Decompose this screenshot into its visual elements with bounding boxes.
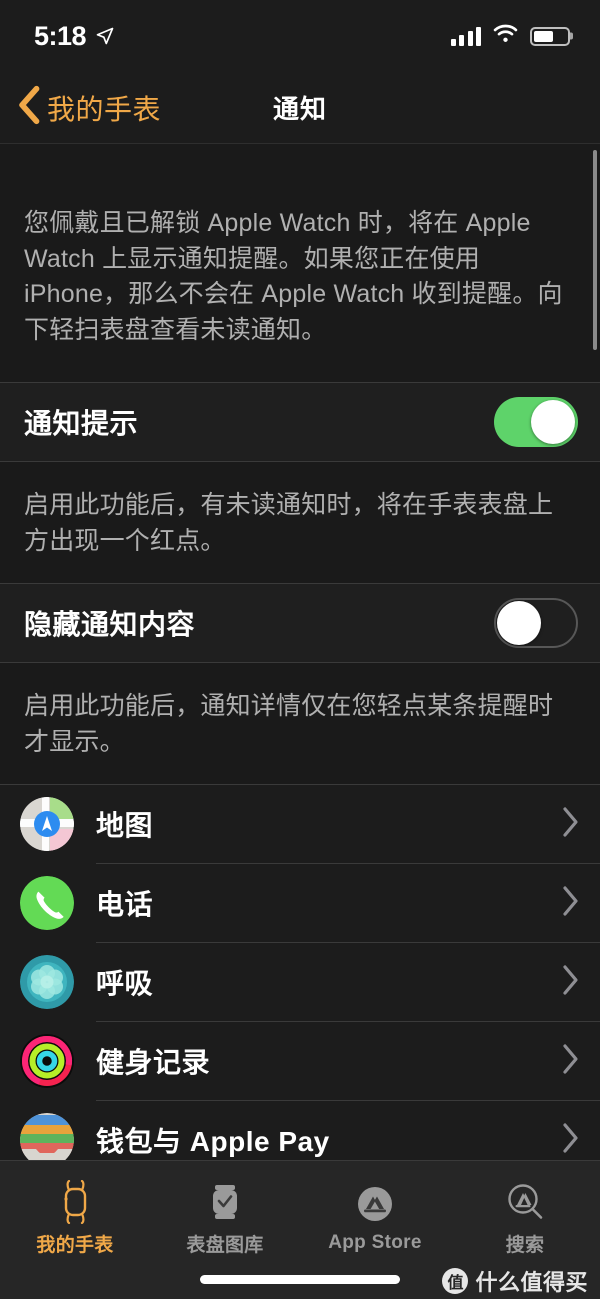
hide-notification-content-label: 隐藏通知内容: [24, 609, 196, 640]
search-icon: [503, 1179, 547, 1225]
back-button[interactable]: 我的手表: [0, 85, 161, 130]
app-notification-list: 地图 电话 呼吸 健身记录 钱包与 Apple Pay: [0, 785, 600, 1160]
chevron-left-icon: [16, 85, 42, 130]
page-title: 通知: [272, 94, 328, 124]
app-row-phone[interactable]: 电话: [0, 864, 600, 942]
battery-icon: [530, 26, 570, 46]
activity-rings-icon: [20, 1034, 74, 1088]
chevron-right-icon: [560, 1122, 580, 1159]
iphone-screen: 5:18 我的手表 通知 您佩戴且已解锁 Apple Watch 时，将在 Ap…: [0, 0, 600, 1299]
cellular-signal-icon: [450, 26, 481, 46]
notification-indicator-footnote: 启用此功能后，有未读通知时，将在手表表盘上方出现一个红点。: [24, 491, 554, 555]
settings-scroll-view[interactable]: 您佩戴且已解锁 Apple Watch 时，将在 Apple Watch 上显示…: [0, 144, 600, 1160]
status-bar-indicators: [450, 24, 570, 48]
row-hide-notification-content[interactable]: 隐藏通知内容: [0, 584, 600, 662]
app-name: 健身记录: [96, 1047, 211, 1078]
home-indicator[interactable]: [200, 1275, 400, 1284]
watch-icon: [55, 1179, 95, 1225]
app-row-breathe[interactable]: 呼吸: [0, 943, 600, 1021]
row-notification-indicator[interactable]: 通知提示: [0, 383, 600, 461]
intro-footnote: 您佩戴且已解锁 Apple Watch 时，将在 Apple Watch 上显示…: [24, 209, 563, 344]
tab-label: 表盘图库: [186, 1234, 264, 1256]
tab-app-store[interactable]: App Store: [300, 1161, 450, 1268]
location-arrow-icon: [95, 26, 115, 46]
app-name: 钱包与 Apple Pay: [96, 1126, 330, 1157]
tab-label: 搜索: [505, 1234, 545, 1256]
tab-search[interactable]: 搜索: [450, 1161, 600, 1268]
scrollbar[interactable]: [593, 150, 597, 350]
status-bar: 5:18: [0, 0, 600, 72]
app-name: 地图: [96, 810, 154, 841]
chevron-right-icon: [560, 1043, 580, 1080]
toggle-knob: [497, 601, 541, 645]
back-button-label: 我的手表: [47, 93, 162, 125]
hide-notification-content-footnote: 启用此功能后，通知详情仅在您轻点某条提醒时才显示。: [24, 692, 554, 756]
watch-face-gallery-icon: [208, 1179, 242, 1225]
notification-indicator-toggle[interactable]: [494, 397, 578, 447]
tab-my-watch[interactable]: 我的手表: [0, 1161, 150, 1268]
phone-icon: [20, 876, 74, 930]
maps-icon: [20, 797, 74, 851]
notification-indicator-label: 通知提示: [24, 408, 139, 439]
watermark-text: 什么值得买: [475, 1270, 588, 1295]
app-row-wallet[interactable]: 钱包与 Apple Pay: [0, 1101, 600, 1160]
chevron-right-icon: [560, 964, 580, 1001]
watermark: 值 什么值得买: [442, 1265, 588, 1297]
chevron-right-icon: [560, 806, 580, 843]
tab-label: 我的手表: [36, 1234, 114, 1256]
home-indicator-area: 值 什么值得买: [0, 1268, 600, 1299]
app-name: 呼吸: [96, 968, 154, 999]
tab-label: App Store: [328, 1232, 422, 1253]
tab-face-gallery[interactable]: 表盘图库: [150, 1161, 300, 1268]
app-row-maps[interactable]: 地图: [0, 785, 600, 863]
wallet-icon: [20, 1113, 74, 1160]
chevron-right-icon: [560, 885, 580, 922]
breathe-icon: [20, 955, 74, 1009]
status-bar-time: 5:18: [34, 20, 87, 51]
watermark-logo: 值: [442, 1268, 469, 1294]
app-store-icon: [353, 1181, 397, 1227]
tab-bar: 我的手表 表盘图库 App Store 搜索: [0, 1160, 600, 1268]
app-name: 电话: [96, 889, 154, 920]
wifi-icon: [493, 24, 518, 48]
navigation-bar: 我的手表 通知: [0, 72, 600, 144]
toggle-knob: [531, 400, 575, 444]
app-row-activity[interactable]: 健身记录: [0, 1022, 600, 1100]
hide-notification-content-toggle[interactable]: [494, 598, 578, 648]
